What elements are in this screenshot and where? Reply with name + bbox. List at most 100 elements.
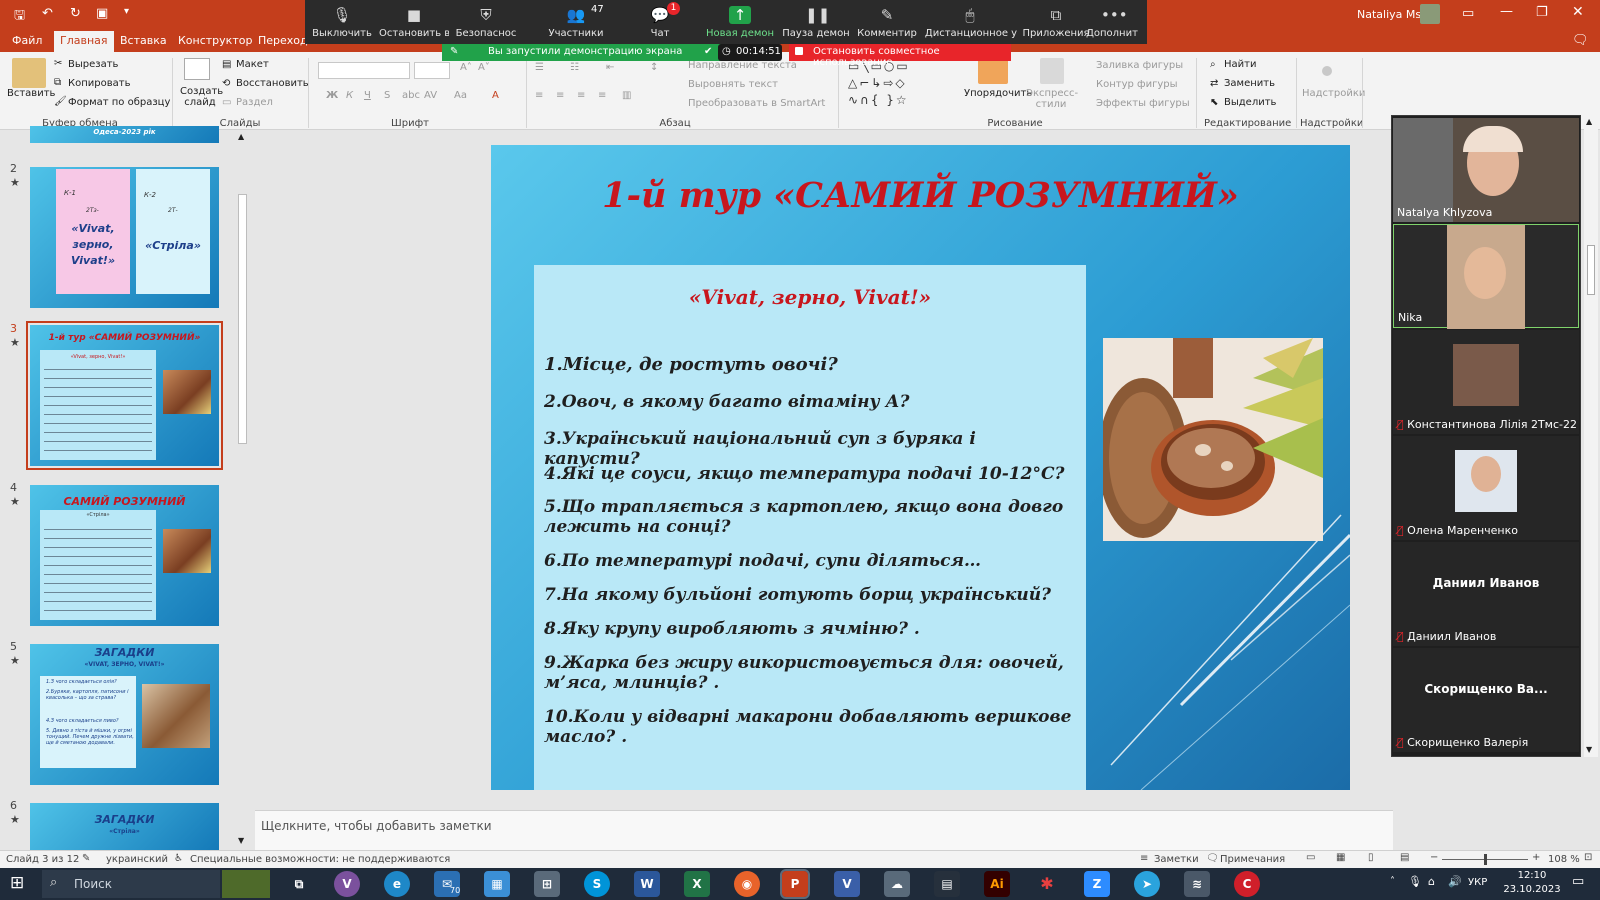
strike-icon[interactable]: abc <box>402 90 420 101</box>
restore-icon[interactable]: ❐ <box>1536 5 1548 20</box>
participant-tile[interactable]: Nika <box>1393 224 1579 329</box>
zoom-slider-handle[interactable] <box>1484 854 1487 865</box>
bold-icon[interactable]: Ж <box>326 90 338 101</box>
line-spacing-icon[interactable]: ↕ <box>650 62 658 73</box>
annotate-button[interactable]: ✎ Комментир <box>852 0 922 44</box>
viber-icon[interactable]: V <box>334 871 360 897</box>
reader-app-icon[interactable]: ✱ <box>1034 871 1060 897</box>
present-icon[interactable]: ▣ <box>96 6 108 21</box>
opera-like-icon[interactable]: C <box>1234 871 1260 897</box>
notes-pane[interactable]: Щелкните, чтобы добавить заметки <box>255 810 1393 850</box>
underline-icon[interactable]: Ч <box>364 90 371 101</box>
reset-button[interactable]: Восстановить <box>236 78 309 89</box>
zoom-out-icon[interactable]: − <box>1430 852 1438 863</box>
remote-control-button[interactable]: 🖱 Дистанционное у <box>921 0 1021 44</box>
notes-icon[interactable]: ≡ <box>1140 853 1148 864</box>
spellcheck-icon[interactable]: ✎ <box>82 853 90 864</box>
paste-button[interactable]: Вставить <box>7 88 55 99</box>
participant-tile[interactable]: Даниил Иванов 🎙̸ Даниил Иванов <box>1393 542 1579 646</box>
tray-chevron-icon[interactable]: ˄ <box>1390 876 1395 887</box>
slide-thumb-6[interactable]: ЗАГАДКИ «Стріла» <box>30 803 219 850</box>
minimize-icon[interactable]: — <box>1500 4 1513 19</box>
redo-icon[interactable]: ↻ <box>70 6 81 21</box>
security-button[interactable]: ⛨ Безопаснос <box>451 0 521 44</box>
zoom-level[interactable]: 108 % <box>1548 854 1580 865</box>
slide-thumb-3[interactable]: 1-й тур «САМИЙ РОЗУМНИЙ» «Vivat, зерно, … <box>26 321 223 470</box>
mute-button[interactable]: 🎙 Выключить <box>307 0 377 44</box>
spacing-icon[interactable]: AV <box>424 90 437 101</box>
comments-toggle[interactable]: Примечания <box>1220 854 1285 865</box>
shape-outline-button[interactable]: Контур фигуры <box>1096 79 1178 90</box>
volume-icon[interactable]: 🔊 <box>1448 875 1462 888</box>
copy-icon[interactable]: ⧉ <box>54 77 61 88</box>
visio-icon[interactable]: V <box>834 871 860 897</box>
fit-slide-icon[interactable]: ⊡ <box>1584 852 1592 863</box>
scroll-down-icon[interactable]: ▼ <box>238 836 244 845</box>
comments-small-icon[interactable]: 🗨 <box>1206 853 1219 864</box>
shape-effects-button[interactable]: Эффекты фигуры <box>1096 98 1190 109</box>
find-button[interactable]: Найти <box>1224 59 1256 70</box>
user-avatar[interactable] <box>1420 4 1440 24</box>
layout-icon[interactable]: ▤ <box>222 59 231 70</box>
calculator-icon[interactable]: ⊞ <box>534 871 560 897</box>
select-icon[interactable]: ⬉ <box>1210 97 1218 108</box>
skype-icon[interactable]: S <box>584 871 610 897</box>
text-direction-button[interactable]: Направление текста <box>688 60 797 71</box>
font-shrink-icon[interactable]: A˅ <box>478 62 490 73</box>
cut-button[interactable]: Вырезать <box>68 59 118 70</box>
cut-icon[interactable]: ✂ <box>54 58 62 69</box>
arrange-button[interactable]: Упорядочить <box>964 88 1032 99</box>
align-left-icon[interactable]: ≡ <box>535 90 543 101</box>
search-highlight-image[interactable] <box>222 870 270 898</box>
layout-button[interactable]: Макет <box>236 59 269 70</box>
chat-button[interactable]: 💬 1 Чат <box>625 0 695 44</box>
user-name[interactable]: Nataliya Ms <box>1357 8 1421 21</box>
font-color-icon[interactable]: A <box>492 90 499 101</box>
video-panel-scrollbar[interactable]: ▲ ▼ <box>1584 115 1598 757</box>
find-icon[interactable]: ⌕ <box>1210 59 1216 70</box>
paste-icon[interactable] <box>12 58 46 88</box>
language-status[interactable]: украинский <box>106 854 168 865</box>
keyboard-language[interactable]: УКР <box>1468 877 1487 888</box>
current-slide[interactable]: 1-й тур «САМИЙ РОЗУМНИЙ» «Vivat, зерно, … <box>491 145 1350 790</box>
replace-icon[interactable]: ⇄ <box>1210 78 1218 89</box>
zoom-in-icon[interactable]: + <box>1532 852 1540 863</box>
illustrator-icon[interactable]: Ai <box>984 871 1010 897</box>
thumbnails-scrollbar[interactable]: ▲ ▼ <box>236 132 249 848</box>
new-slide-button[interactable]: Создать слайд <box>180 86 223 108</box>
quick-styles-icon[interactable] <box>1040 58 1064 84</box>
bullets-icon[interactable]: ☰ <box>535 62 544 73</box>
shadow-icon[interactable]: S <box>384 90 390 101</box>
participant-tile[interactable]: 🎙̸ Константинова Лілія 2Тмс-22 <box>1393 330 1579 434</box>
quick-styles-button[interactable]: Экспресс-стили <box>1026 88 1078 110</box>
notes-toggle[interactable]: Заметки <box>1154 854 1199 865</box>
video-editor-icon[interactable]: ▤ <box>934 871 960 897</box>
zoom-app-icon[interactable]: Z <box>1084 871 1110 897</box>
section-icon[interactable]: ▭ <box>222 97 231 108</box>
tab-home[interactable]: Главная <box>54 31 114 52</box>
scroll-up-icon[interactable]: ▲ <box>238 132 244 141</box>
tab-file[interactable]: Файл <box>6 33 48 48</box>
pause-share-button[interactable]: ❚❚ Пауза демон <box>781 0 851 44</box>
close-icon[interactable]: ✕ <box>1572 4 1584 20</box>
participant-tile[interactable]: Скорищенко Ва... 🎙̸ Скорищенко Валерія <box>1393 648 1579 752</box>
participant-tile[interactable]: 🎙̸ Олена Маренченко <box>1393 436 1579 540</box>
clock-time[interactable]: 12:10 <box>1506 870 1558 881</box>
word-icon[interactable]: W <box>634 871 660 897</box>
ribbon-display-icon[interactable]: ▭ <box>1462 6 1474 21</box>
excel-icon[interactable]: X <box>684 871 710 897</box>
undo-icon[interactable]: ↶ <box>42 6 53 21</box>
align-text-button[interactable]: Выровнять текст <box>688 79 778 90</box>
slideshow-icon[interactable]: ▤ <box>1400 852 1409 863</box>
italic-icon[interactable]: К <box>346 90 353 101</box>
telegram-icon[interactable]: ➤ <box>1134 871 1160 897</box>
font-grow-icon[interactable]: A˄ <box>460 62 472 73</box>
sorter-view-icon[interactable]: ▦ <box>1336 852 1345 863</box>
firefox-icon[interactable]: ◉ <box>734 871 760 897</box>
scrollbar-thumb[interactable] <box>1587 245 1595 295</box>
bread-kvass-photo[interactable] <box>1103 338 1323 541</box>
replace-button[interactable]: Заменить <box>1224 78 1275 89</box>
reset-icon[interactable]: ⟲ <box>222 78 230 89</box>
select-button[interactable]: Выделить <box>1224 97 1276 108</box>
scanner-app-icon[interactable]: ≋ <box>1184 871 1210 897</box>
